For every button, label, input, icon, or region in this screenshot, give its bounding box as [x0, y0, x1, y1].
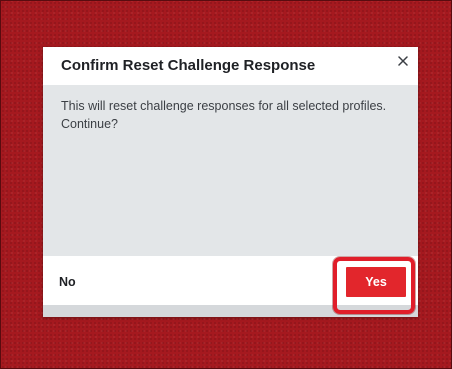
no-button[interactable]: No	[59, 271, 99, 293]
dialog-title: Confirm Reset Challenge Response	[61, 57, 316, 74]
dialog-header: Confirm Reset Challenge Response	[43, 47, 418, 85]
message-line-2: Continue?	[61, 117, 118, 131]
close-button[interactable]	[395, 53, 411, 69]
dialog-bottom-strip	[43, 305, 418, 317]
close-icon	[398, 56, 408, 66]
yes-button[interactable]: Yes	[346, 267, 406, 297]
dialog-message: This will reset challenge responses for …	[61, 97, 401, 133]
confirm-reset-dialog: Confirm Reset Challenge Response This wi…	[43, 47, 418, 317]
message-line-1: This will reset challenge responses for …	[61, 99, 387, 113]
